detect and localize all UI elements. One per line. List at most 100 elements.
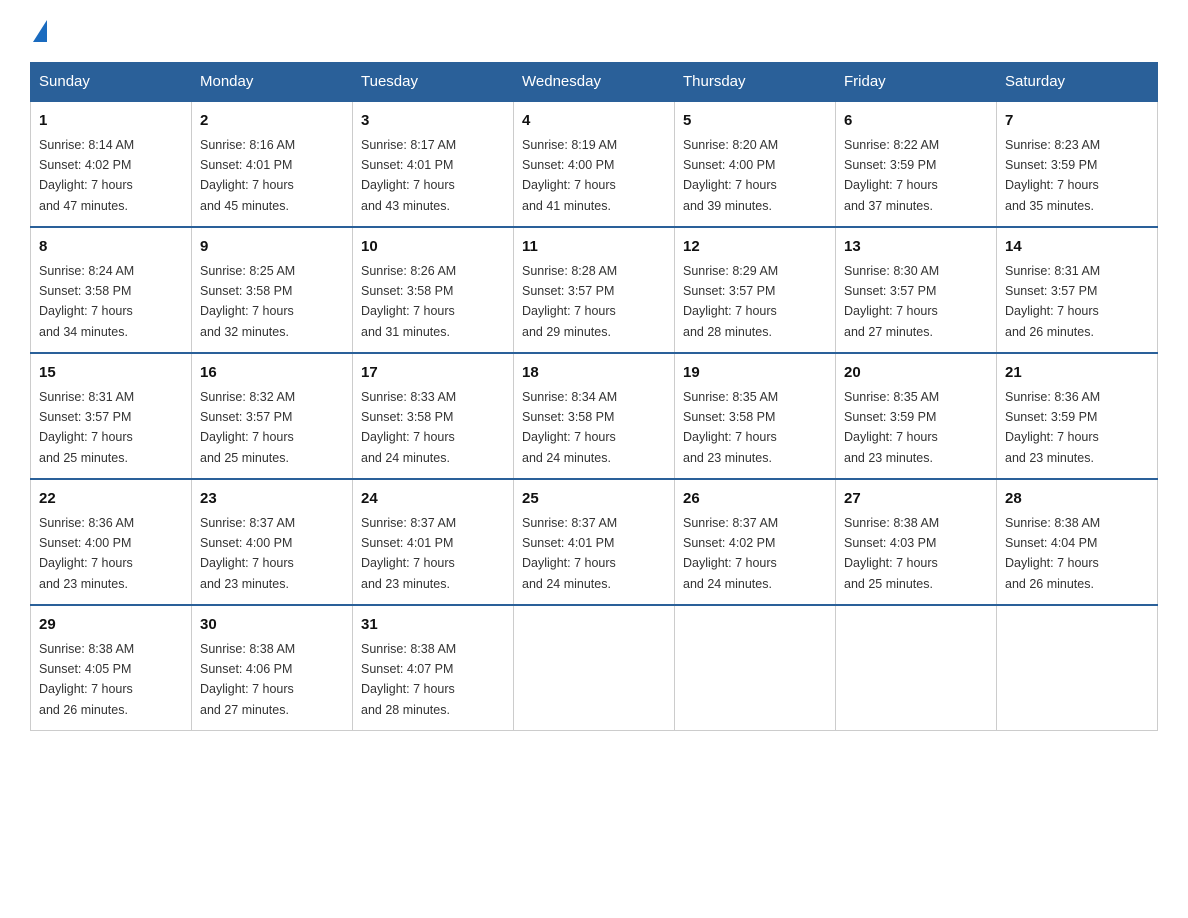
header-thursday: Thursday bbox=[675, 63, 836, 102]
header-friday: Friday bbox=[836, 63, 997, 102]
calendar-cell: 14Sunrise: 8:31 AMSunset: 3:57 PMDayligh… bbox=[997, 227, 1158, 353]
day-info: Sunrise: 8:14 AMSunset: 4:02 PMDaylight:… bbox=[39, 138, 134, 213]
day-info: Sunrise: 8:38 AMSunset: 4:05 PMDaylight:… bbox=[39, 642, 134, 717]
calendar-week-row: 8Sunrise: 8:24 AMSunset: 3:58 PMDaylight… bbox=[31, 227, 1158, 353]
calendar-cell: 31 Sunrise: 8:38 AMSunset: 4:07 PMDayligh… bbox=[353, 605, 514, 731]
calendar-cell: 22Sunrise: 8:36 AMSunset: 4:00 PMDayligh… bbox=[31, 479, 192, 605]
calendar-week-row: 1 Sunrise: 8:14 AMSunset: 4:02 PMDaylight… bbox=[31, 101, 1158, 227]
calendar-cell: 11 Sunrise: 8:28 AMSunset: 3:57 PMDayligh… bbox=[514, 227, 675, 353]
day-number: 27 bbox=[844, 488, 988, 511]
day-number: 18 bbox=[522, 362, 666, 385]
calendar-cell: 13 Sunrise: 8:30 AMSunset: 3:57 PMDayligh… bbox=[836, 227, 997, 353]
calendar-cell: 29Sunrise: 8:38 AMSunset: 4:05 PMDayligh… bbox=[31, 605, 192, 731]
day-number: 11 bbox=[522, 236, 666, 259]
day-number: 10 bbox=[361, 236, 505, 259]
calendar-cell: 15 Sunrise: 8:31 AMSunset: 3:57 PMDayligh… bbox=[31, 353, 192, 479]
day-info: Sunrise: 8:16 AMSunset: 4:01 PMDaylight:… bbox=[200, 138, 295, 213]
day-info: Sunrise: 8:36 AMSunset: 3:59 PMDaylight:… bbox=[1005, 390, 1100, 465]
header-tuesday: Tuesday bbox=[353, 63, 514, 102]
page-header bbox=[30, 20, 1158, 44]
day-number: 9 bbox=[200, 236, 344, 259]
calendar-cell: 24 Sunrise: 8:37 AMSunset: 4:01 PMDayligh… bbox=[353, 479, 514, 605]
calendar-cell: 19Sunrise: 8:35 AMSunset: 3:58 PMDayligh… bbox=[675, 353, 836, 479]
day-info: Sunrise: 8:37 AMSunset: 4:01 PMDaylight:… bbox=[361, 516, 456, 591]
day-info: Sunrise: 8:28 AMSunset: 3:57 PMDaylight:… bbox=[522, 264, 617, 339]
day-info: Sunrise: 8:38 AMSunset: 4:06 PMDaylight:… bbox=[200, 642, 295, 717]
calendar-cell: 2 Sunrise: 8:16 AMSunset: 4:01 PMDaylight… bbox=[192, 101, 353, 227]
calendar-cell: 25 Sunrise: 8:37 AMSunset: 4:01 PMDayligh… bbox=[514, 479, 675, 605]
day-info: Sunrise: 8:33 AMSunset: 3:58 PMDaylight:… bbox=[361, 390, 456, 465]
day-info: Sunrise: 8:38 AMSunset: 4:04 PMDaylight:… bbox=[1005, 516, 1100, 591]
calendar-week-row: 15 Sunrise: 8:31 AMSunset: 3:57 PMDayligh… bbox=[31, 353, 1158, 479]
calendar-cell: 28 Sunrise: 8:38 AMSunset: 4:04 PMDayligh… bbox=[997, 479, 1158, 605]
calendar-cell: 23Sunrise: 8:37 AMSunset: 4:00 PMDayligh… bbox=[192, 479, 353, 605]
day-info: Sunrise: 8:37 AMSunset: 4:00 PMDaylight:… bbox=[200, 516, 295, 591]
calendar-cell: 20 Sunrise: 8:35 AMSunset: 3:59 PMDayligh… bbox=[836, 353, 997, 479]
calendar-week-row: 29Sunrise: 8:38 AMSunset: 4:05 PMDayligh… bbox=[31, 605, 1158, 731]
day-number: 15 bbox=[39, 362, 183, 385]
day-number: 12 bbox=[683, 236, 827, 259]
header-wednesday: Wednesday bbox=[514, 63, 675, 102]
calendar-cell: 27 Sunrise: 8:38 AMSunset: 4:03 PMDayligh… bbox=[836, 479, 997, 605]
day-number: 31 bbox=[361, 614, 505, 637]
calendar-cell: 3 Sunrise: 8:17 AMSunset: 4:01 PMDaylight… bbox=[353, 101, 514, 227]
day-info: Sunrise: 8:37 AMSunset: 4:02 PMDaylight:… bbox=[683, 516, 778, 591]
day-number: 13 bbox=[844, 236, 988, 259]
day-number: 16 bbox=[200, 362, 344, 385]
day-info: Sunrise: 8:36 AMSunset: 4:00 PMDaylight:… bbox=[39, 516, 134, 591]
day-info: Sunrise: 8:34 AMSunset: 3:58 PMDaylight:… bbox=[522, 390, 617, 465]
header-saturday: Saturday bbox=[997, 63, 1158, 102]
calendar-cell: 1 Sunrise: 8:14 AMSunset: 4:02 PMDaylight… bbox=[31, 101, 192, 227]
logo bbox=[30, 20, 47, 44]
calendar-cell: 30 Sunrise: 8:38 AMSunset: 4:06 PMDayligh… bbox=[192, 605, 353, 731]
header-sunday: Sunday bbox=[31, 63, 192, 102]
calendar-cell: 4 Sunrise: 8:19 AMSunset: 4:00 PMDaylight… bbox=[514, 101, 675, 227]
day-info: Sunrise: 8:19 AMSunset: 4:00 PMDaylight:… bbox=[522, 138, 617, 213]
day-number: 1 bbox=[39, 110, 183, 133]
calendar-week-row: 22Sunrise: 8:36 AMSunset: 4:00 PMDayligh… bbox=[31, 479, 1158, 605]
day-info: Sunrise: 8:17 AMSunset: 4:01 PMDaylight:… bbox=[361, 138, 456, 213]
day-number: 8 bbox=[39, 236, 183, 259]
calendar-cell: 12Sunrise: 8:29 AMSunset: 3:57 PMDayligh… bbox=[675, 227, 836, 353]
day-number: 26 bbox=[683, 488, 827, 511]
day-info: Sunrise: 8:38 AMSunset: 4:07 PMDaylight:… bbox=[361, 642, 456, 717]
calendar-cell: 7 Sunrise: 8:23 AMSunset: 3:59 PMDaylight… bbox=[997, 101, 1158, 227]
calendar-cell: 18 Sunrise: 8:34 AMSunset: 3:58 PMDayligh… bbox=[514, 353, 675, 479]
day-number: 24 bbox=[361, 488, 505, 511]
day-number: 3 bbox=[361, 110, 505, 133]
calendar-cell: 8Sunrise: 8:24 AMSunset: 3:58 PMDaylight… bbox=[31, 227, 192, 353]
day-info: Sunrise: 8:32 AMSunset: 3:57 PMDaylight:… bbox=[200, 390, 295, 465]
calendar-cell: 10Sunrise: 8:26 AMSunset: 3:58 PMDayligh… bbox=[353, 227, 514, 353]
day-info: Sunrise: 8:31 AMSunset: 3:57 PMDaylight:… bbox=[1005, 264, 1100, 339]
day-number: 5 bbox=[683, 110, 827, 133]
calendar-cell bbox=[836, 605, 997, 731]
day-info: Sunrise: 8:31 AMSunset: 3:57 PMDaylight:… bbox=[39, 390, 134, 465]
day-number: 4 bbox=[522, 110, 666, 133]
calendar-table: SundayMondayTuesdayWednesdayThursdayFrid… bbox=[30, 62, 1158, 731]
day-info: Sunrise: 8:35 AMSunset: 3:59 PMDaylight:… bbox=[844, 390, 939, 465]
calendar-cell: 6Sunrise: 8:22 AMSunset: 3:59 PMDaylight… bbox=[836, 101, 997, 227]
day-info: Sunrise: 8:30 AMSunset: 3:57 PMDaylight:… bbox=[844, 264, 939, 339]
day-info: Sunrise: 8:20 AMSunset: 4:00 PMDaylight:… bbox=[683, 138, 778, 213]
calendar-cell: 9Sunrise: 8:25 AMSunset: 3:58 PMDaylight… bbox=[192, 227, 353, 353]
calendar-cell bbox=[514, 605, 675, 731]
calendar-cell: 21 Sunrise: 8:36 AMSunset: 3:59 PMDayligh… bbox=[997, 353, 1158, 479]
day-number: 21 bbox=[1005, 362, 1149, 385]
logo-triangle-icon bbox=[33, 20, 47, 42]
day-number: 30 bbox=[200, 614, 344, 637]
day-number: 25 bbox=[522, 488, 666, 511]
calendar-cell bbox=[997, 605, 1158, 731]
day-info: Sunrise: 8:38 AMSunset: 4:03 PMDaylight:… bbox=[844, 516, 939, 591]
day-info: Sunrise: 8:22 AMSunset: 3:59 PMDaylight:… bbox=[844, 138, 939, 213]
calendar-cell bbox=[675, 605, 836, 731]
day-number: 19 bbox=[683, 362, 827, 385]
day-info: Sunrise: 8:23 AMSunset: 3:59 PMDaylight:… bbox=[1005, 138, 1100, 213]
day-number: 28 bbox=[1005, 488, 1149, 511]
header-monday: Monday bbox=[192, 63, 353, 102]
day-number: 7 bbox=[1005, 110, 1149, 133]
day-number: 20 bbox=[844, 362, 988, 385]
day-number: 2 bbox=[200, 110, 344, 133]
calendar-cell: 17Sunrise: 8:33 AMSunset: 3:58 PMDayligh… bbox=[353, 353, 514, 479]
calendar-cell: 16 Sunrise: 8:32 AMSunset: 3:57 PMDayligh… bbox=[192, 353, 353, 479]
day-info: Sunrise: 8:37 AMSunset: 4:01 PMDaylight:… bbox=[522, 516, 617, 591]
